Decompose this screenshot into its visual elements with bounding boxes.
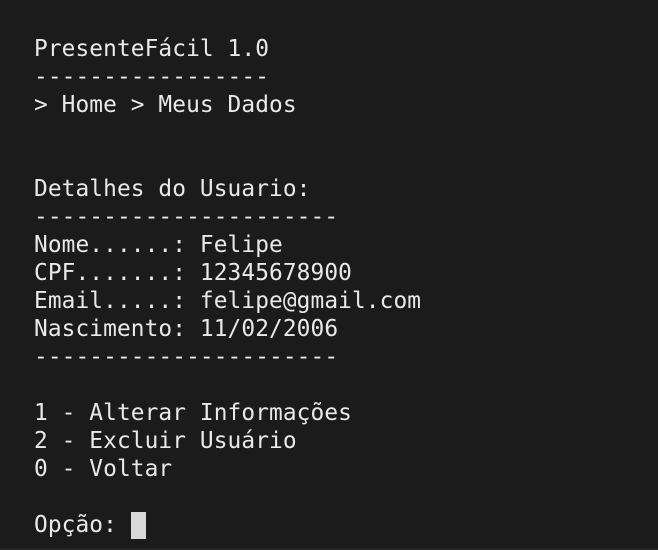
details-divider-top: ----------------------	[34, 204, 339, 230]
terminal-window: PresenteFácil 1.0 ----------------- > Ho…	[0, 0, 658, 550]
detail-birthdate: Nascimento: 11/02/2006	[34, 316, 339, 342]
app-title: PresenteFácil 1.0	[34, 36, 270, 62]
terminal-cursor[interactable]	[131, 512, 146, 539]
menu-option-delete: 2 - Excluir Usuário	[34, 428, 297, 454]
option-prompt: Opção:	[34, 512, 131, 538]
details-divider-bottom: ----------------------	[34, 344, 339, 370]
detail-email: Email.....: felipe@gmail.com	[34, 288, 422, 314]
menu-option-back: 0 - Voltar	[34, 456, 173, 482]
menu-option-edit: 1 - Alterar Informações	[34, 400, 352, 426]
detail-cpf: CPF.......: 12345678900	[34, 260, 352, 286]
title-divider: -----------------	[34, 64, 270, 90]
details-heading: Detalhes do Usuario:	[34, 176, 311, 202]
breadcrumb: > Home > Meus Dados	[34, 92, 297, 118]
detail-name: Nome......: Felipe	[34, 232, 283, 258]
